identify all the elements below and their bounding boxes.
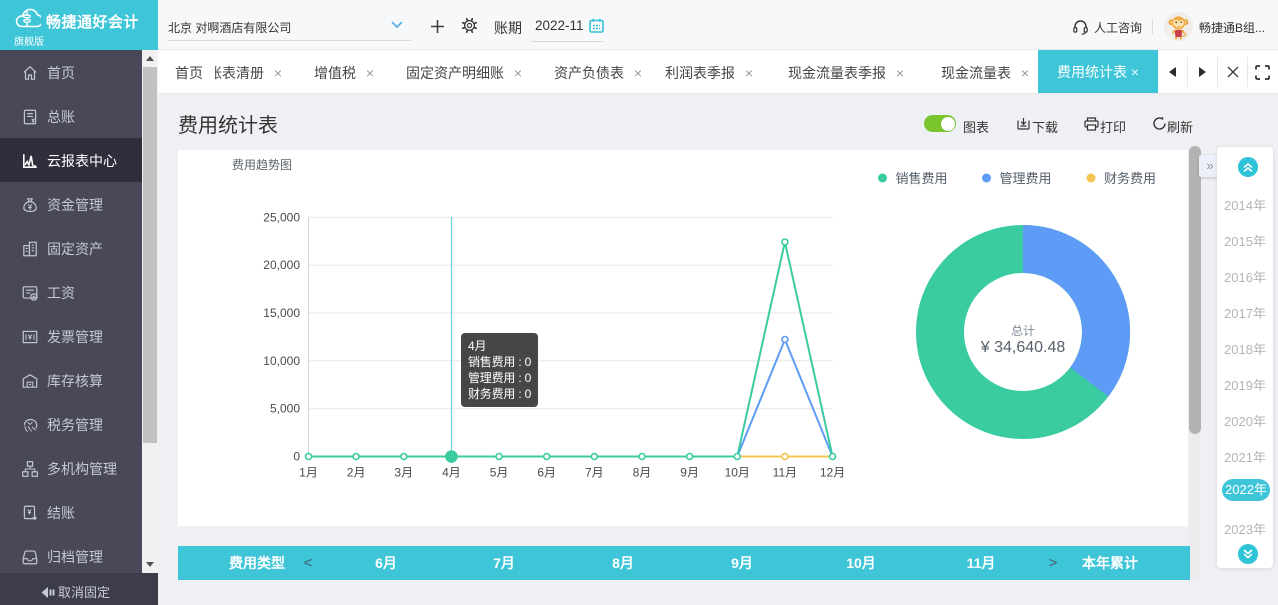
svg-text:9月: 9月: [680, 466, 699, 480]
svg-text:5,000: 5,000: [270, 402, 300, 416]
svg-text:财务费用: 财务费用: [1104, 171, 1156, 186]
svg-text:0: 0: [293, 450, 300, 464]
svg-text:¥ 34,640.48: ¥ 34,640.48: [980, 339, 1066, 356]
svg-text:6月: 6月: [537, 466, 556, 480]
svg-text:3月: 3月: [394, 466, 413, 480]
svg-text:25,000: 25,000: [263, 210, 300, 224]
svg-text:2月: 2月: [347, 466, 366, 480]
svg-text:销售费用: 销售费用: [896, 171, 948, 186]
svg-text:4月: 4月: [442, 466, 461, 480]
svg-text:总计: 总计: [1011, 324, 1035, 338]
svg-text:11月: 11月: [773, 466, 797, 480]
svg-text:8月: 8月: [633, 466, 652, 480]
svg-text:10,000: 10,000: [263, 354, 300, 368]
svg-text:管理费用: 管理费用: [1000, 171, 1052, 186]
svg-text:20,000: 20,000: [263, 258, 300, 272]
svg-text:7月: 7月: [585, 466, 604, 480]
svg-text:12月: 12月: [820, 466, 845, 480]
svg-text:5月: 5月: [490, 466, 509, 480]
svg-text:10月: 10月: [725, 466, 750, 480]
svg-text:15,000: 15,000: [263, 306, 300, 320]
svg-text:1月: 1月: [299, 466, 318, 480]
